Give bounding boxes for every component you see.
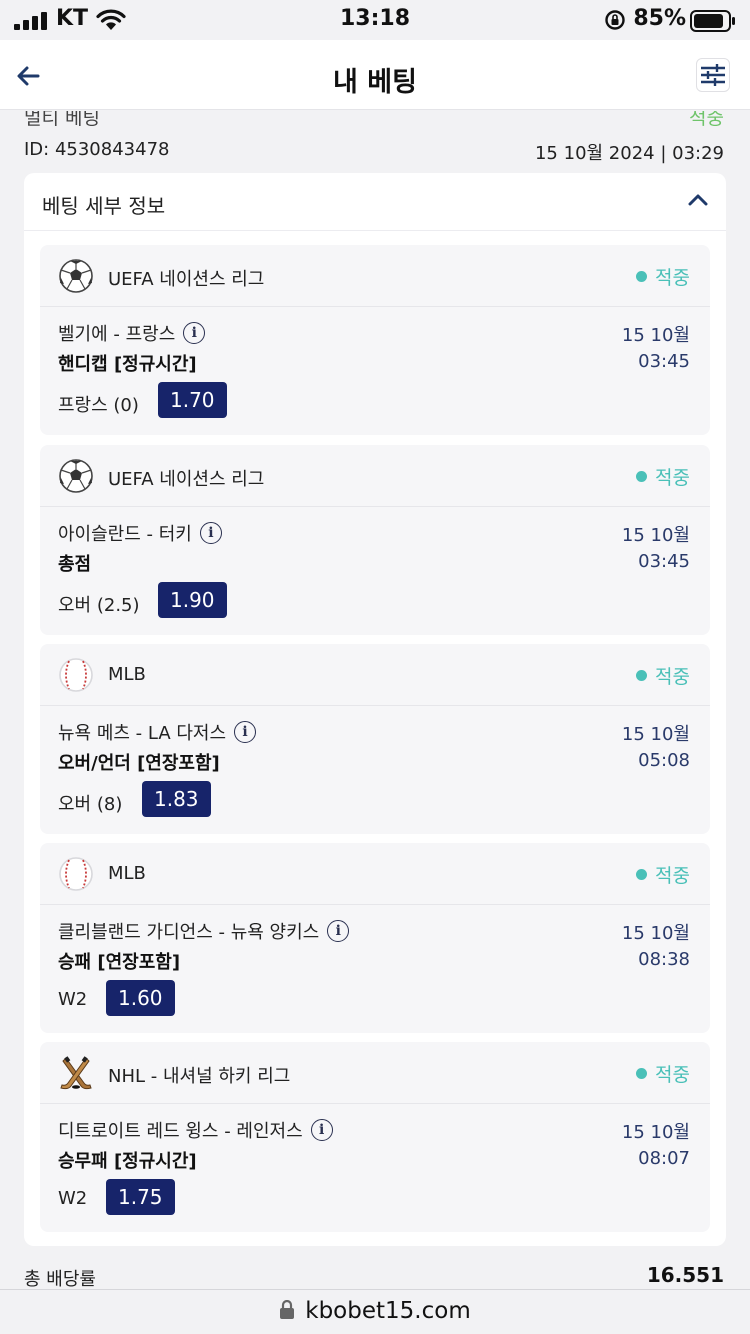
selection-label: 프랑스 (0) (58, 395, 139, 416)
baseball-icon (59, 857, 93, 891)
selection-label: W2 (58, 989, 88, 1010)
nav-header: 내 베팅 (0, 40, 750, 110)
total-odds-value: 16.551 (646, 1263, 724, 1287)
url-text: kbobet15.com (305, 1298, 471, 1324)
hockey-sticks-icon (60, 1056, 92, 1090)
league-name: UEFA 네이션스 리그 (108, 469, 265, 490)
chevron-up-icon (688, 194, 708, 206)
match-time: 08:38 (638, 949, 690, 970)
match-date: 15 10월 (621, 1122, 690, 1143)
league-row: NHL - 내셔널 하키 리그 적중 (40, 1042, 710, 1104)
bet-leg: MLB 적중 뉴욕 메츠 - LA 다저스 i 오버/언더 [연장포함] 오버 (… (40, 644, 710, 834)
league-name: NHL - 내셔널 하키 리그 (108, 1066, 291, 1087)
bet-leg: MLB 적중 클리블랜드 가디언스 - 뉴욕 양키스 i 승패 [연장포함] W2… (40, 843, 710, 1033)
leg-result-label: 적중 (655, 467, 690, 489)
match-date: 15 10월 (621, 325, 690, 346)
bet-details-card: 베팅 세부 정보 UEFA 네이션스 리그 적중 벨기에 - 프랑스 i 핸디캡… (24, 173, 726, 1246)
bet-leg: UEFA 네이션스 리그 적중 아이슬란드 - 터키 i 총점 오버 (2.5) … (40, 445, 710, 635)
bet-leg: NHL - 내셔널 하키 리그 적중 디트로이트 레드 윙스 - 레인저스 i 승… (40, 1042, 710, 1232)
match-date: 15 10월 (621, 724, 690, 745)
match-name: 아이슬란드 - 터키 i (58, 520, 222, 546)
status-dot-icon (636, 271, 648, 282)
status-bar: KT 13:18 85% (0, 0, 750, 40)
odds-badge[interactable]: 1.60 (106, 980, 175, 1016)
league-row: MLB 적중 (40, 644, 710, 706)
match-date: 15 10월 (621, 923, 690, 944)
match-teams: 아이슬란드 - 터키 (58, 524, 192, 545)
market-name: 승무패 [정규시간] (58, 1151, 197, 1172)
odds-badge[interactable]: 1.70 (158, 382, 227, 418)
league-row: UEFA 네이션스 리그 적중 (40, 445, 710, 507)
status-dot-icon (636, 1068, 648, 1079)
selection-label: 오버 (8) (58, 794, 123, 815)
sliders-icon (701, 64, 725, 86)
league-row: UEFA 네이션스 리그 적중 (40, 245, 710, 307)
league-row: MLB 적중 (40, 843, 710, 905)
bet-detail-content: 멀티 베팅 적중 ID: 4530843478 15 10월 2024 | 03… (0, 111, 750, 1289)
filter-button[interactable] (696, 58, 730, 92)
info-icon[interactable]: i (183, 322, 206, 344)
market-name: 총점 (58, 554, 92, 575)
info-icon[interactable]: i (234, 721, 257, 743)
match-name: 뉴욕 메츠 - LA 다저스 i (58, 719, 257, 745)
url-display[interactable]: kbobet15.com (0, 1298, 750, 1324)
baseball-icon (59, 658, 93, 692)
soccer-ball-icon (59, 259, 93, 293)
league-name: UEFA 네이션스 리그 (108, 269, 265, 290)
status-dot-icon (636, 471, 648, 482)
total-odds-row: 총 배당률 16.551 (0, 1263, 750, 1289)
status-dot-icon (636, 869, 648, 880)
leg-result: 적중 (636, 463, 690, 490)
bet-date: 15 10월 2024 | 03:29 (534, 143, 724, 164)
match-name: 디트로이트 레드 윙스 - 레인저스 i (58, 1117, 333, 1143)
info-icon[interactable]: i (199, 522, 222, 544)
page-title: 내 베팅 (333, 67, 417, 98)
leg-result-label: 적중 (655, 865, 690, 887)
odds-badge[interactable]: 1.83 (142, 781, 211, 817)
odds-badge[interactable]: 1.75 (106, 1179, 175, 1215)
odds-badge[interactable]: 1.90 (158, 582, 227, 618)
match-time: 08:07 (638, 1148, 690, 1169)
browser-url-bar[interactable]: kbobet15.com (0, 1289, 750, 1334)
match-time: 03:45 (638, 351, 690, 372)
leg-result: 적중 (636, 662, 690, 689)
bet-id: ID: 4530843478 (24, 139, 170, 160)
match-time: 03:45 (638, 551, 690, 572)
match-teams: 디트로이트 레드 윙스 - 레인저스 (58, 1121, 303, 1142)
league-name: MLB (108, 863, 146, 884)
info-icon[interactable]: i (310, 1119, 333, 1141)
match-date: 15 10월 (621, 525, 690, 546)
leg-result: 적중 (636, 1060, 690, 1087)
bet-type-label: 멀티 베팅 (24, 111, 100, 129)
lock-icon (280, 1300, 295, 1319)
bet-details-title: 베팅 세부 정보 (42, 194, 166, 218)
soccer-ball-icon (59, 459, 93, 493)
market-name: 핸디캡 [정규시간] (58, 354, 197, 375)
bet-details-toggle[interactable]: 베팅 세부 정보 (24, 173, 726, 231)
match-teams: 벨기에 - 프랑스 (58, 324, 176, 345)
leg-result-label: 적중 (655, 1064, 690, 1086)
match-teams: 클리블랜드 가디언스 - 뉴욕 양키스 (58, 922, 320, 943)
bet-leg: UEFA 네이션스 리그 적중 벨기에 - 프랑스 i 핸디캡 [정규시간] 프랑… (40, 245, 710, 435)
rotation-lock-icon (605, 10, 625, 30)
leg-result-label: 적중 (655, 666, 690, 688)
leg-result: 적중 (636, 263, 690, 290)
match-time: 05:08 (638, 750, 690, 771)
leg-result: 적중 (636, 861, 690, 888)
status-dot-icon (636, 670, 648, 681)
selection-label: 오버 (2.5) (58, 595, 140, 616)
total-odds-label: 총 배당률 (24, 1269, 96, 1289)
battery-icon (690, 10, 735, 32)
bet-status: 적중 (689, 111, 724, 129)
league-name: MLB (108, 664, 146, 685)
market-name: 오버/언더 [연장포함] (58, 753, 220, 774)
info-icon[interactable]: i (327, 920, 350, 942)
market-name: 승패 [연장포함] (58, 952, 181, 973)
battery-percentage: 85% (633, 6, 686, 31)
leg-result-label: 적중 (655, 267, 690, 289)
match-name: 벨기에 - 프랑스 i (58, 320, 206, 346)
selection-label: W2 (58, 1188, 88, 1209)
match-name: 클리블랜드 가디언스 - 뉴욕 양키스 i (58, 918, 350, 944)
match-teams: 뉴욕 메츠 - LA 다저스 (58, 723, 227, 744)
